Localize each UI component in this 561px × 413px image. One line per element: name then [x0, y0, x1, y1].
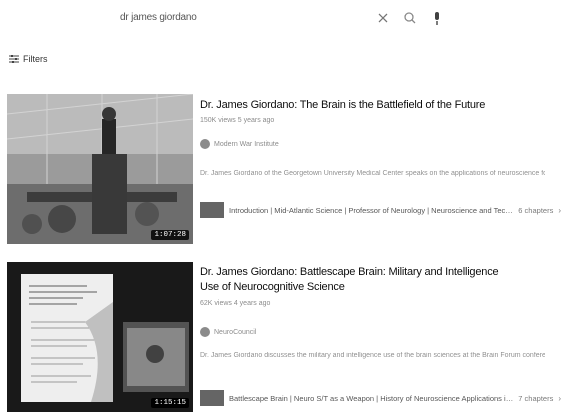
chapter-list: Introduction | Mid-Atlantic Science | Pr…: [229, 205, 514, 215]
chapter-list: Battlescape Brain | Neuro S/T as a Weapo…: [229, 393, 514, 403]
search-input[interactable]: dr james giordano: [120, 12, 197, 23]
chapter-count: 6 chapters: [518, 205, 554, 215]
video-thumbnail[interactable]: 1:07:28: [7, 94, 193, 244]
microphone-icon: [435, 12, 439, 25]
channel-name: Modern War Institute: [214, 140, 279, 148]
channel-avatar: [200, 139, 210, 149]
chapter-thumbnail: [200, 202, 224, 218]
chapter-count: 7 chapters: [518, 393, 554, 403]
thumbnail-image: [7, 94, 193, 244]
channel-name: NeuroCouncil: [214, 328, 257, 336]
video-title[interactable]: Dr. James Giordano: Battlescape Brain: M…: [200, 265, 520, 295]
filters-button[interactable]: Filters: [8, 54, 48, 64]
video-meta: 150K views 5 years ago: [200, 117, 275, 124]
channel-link[interactable]: Modern War Institute: [200, 139, 279, 149]
video-chapters[interactable]: Introduction | Mid-Atlantic Science | Pr…: [200, 202, 561, 218]
chapter-thumbnail: [200, 390, 224, 406]
video-description: Dr. James Giordano of the Georgetown Uni…: [200, 170, 545, 177]
video-title[interactable]: Dr. James Giordano: The Brain is the Bat…: [200, 98, 520, 113]
search-icon: [404, 12, 416, 24]
search-button[interactable]: [401, 9, 419, 27]
video-description: Dr. James Giordano discusses the militar…: [200, 352, 545, 359]
video-meta: 62K views 4 years ago: [200, 300, 271, 307]
video-chapters[interactable]: Battlescape Brain | Neuro S/T as a Weapo…: [200, 390, 561, 406]
channel-link[interactable]: NeuroCouncil: [200, 327, 256, 337]
search-bar: dr james giordano: [0, 0, 561, 40]
filters-label: Filters: [23, 54, 48, 64]
voice-search-button[interactable]: [430, 9, 444, 29]
video-thumbnail[interactable]: 1:15:15: [7, 262, 193, 412]
close-icon: [378, 13, 388, 23]
video-duration: 1:15:15: [151, 398, 189, 408]
thumbnail-image: [7, 262, 193, 412]
filter-sliders-icon: [9, 55, 19, 63]
channel-avatar: [200, 327, 210, 337]
video-duration: 1:07:28: [151, 230, 189, 240]
clear-search-button[interactable]: [374, 9, 392, 27]
